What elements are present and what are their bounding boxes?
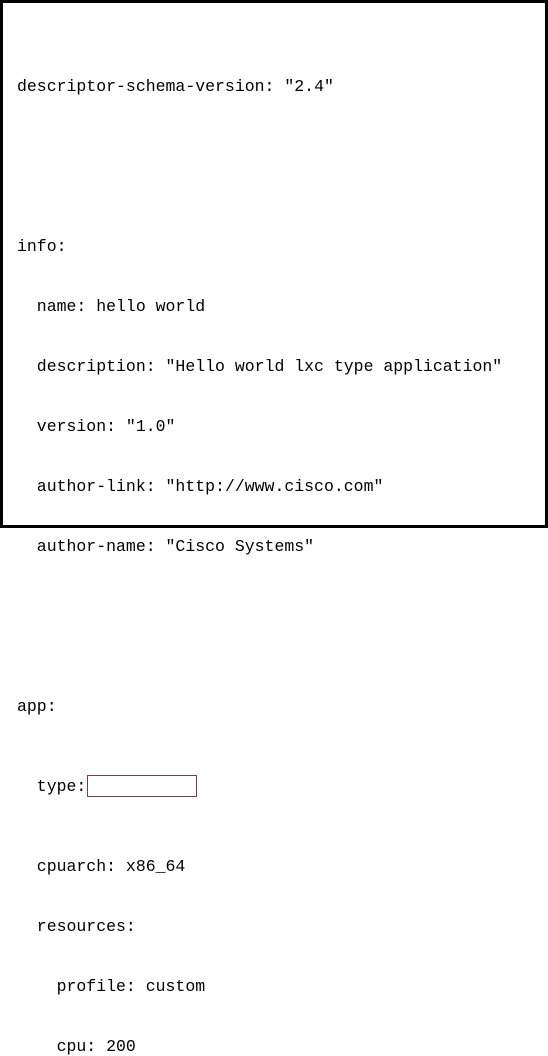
key: cpuarch: <box>37 857 116 876</box>
key: version: <box>37 417 116 436</box>
resources-profile-line: profile: custom <box>17 977 535 997</box>
schema-version-line: descriptor-schema-version: "2.4" <box>17 77 535 97</box>
key: author-link: <box>37 477 156 496</box>
info-description-line: description: "Hello world lxc type appli… <box>17 357 535 377</box>
blank-line <box>17 617 535 637</box>
type-blank-box[interactable] <box>87 775 197 797</box>
info-name-line: name: hello world <box>17 297 535 317</box>
value: "Cisco Systems" <box>166 537 315 556</box>
key: author-name: <box>37 537 156 556</box>
value: "Hello world lxc type application" <box>166 357 503 376</box>
app-cpuarch-line: cpuarch: x86_64 <box>17 857 535 877</box>
blank-line <box>17 157 535 177</box>
info-author-link-line: author-link: "http://www.cisco.com" <box>17 477 535 497</box>
key: description: <box>37 357 156 376</box>
key: profile: <box>57 977 136 996</box>
value: hello world <box>96 297 205 316</box>
value: custom <box>146 977 205 996</box>
app-type-line: type: <box>17 777 535 797</box>
app-header: app: <box>17 697 535 717</box>
key: cpu: <box>57 1037 97 1056</box>
value: x86_64 <box>126 857 185 876</box>
info-version-line: version: "1.0" <box>17 417 535 437</box>
resources-cpu-line: cpu: 200 <box>17 1037 535 1056</box>
key: name: <box>37 297 87 316</box>
info-author-name-line: author-name: "Cisco Systems" <box>17 537 535 557</box>
yaml-config-document: descriptor-schema-version: "2.4" info: n… <box>0 0 548 528</box>
type-key: type: <box>37 777 87 797</box>
info-header: info: <box>17 237 535 257</box>
value: "http://www.cisco.com" <box>166 477 384 496</box>
app-resources-line: resources: <box>17 917 535 937</box>
value: 200 <box>106 1037 136 1056</box>
schema-value: "2.4" <box>284 77 334 96</box>
schema-key: descriptor-schema-version: <box>17 77 274 96</box>
value: "1.0" <box>126 417 176 436</box>
